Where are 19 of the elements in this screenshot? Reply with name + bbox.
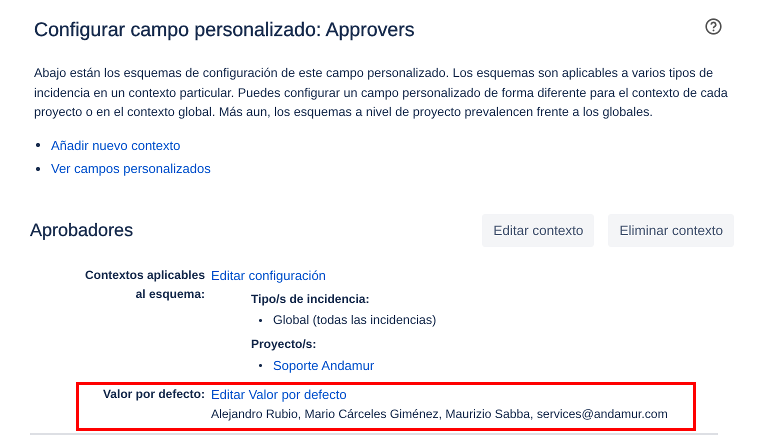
field-value: Alejandro Rubio, Mario Cárceles Giménez, Maurizio Sabba, services@andamur.com: [211, 406, 669, 422]
page-title: Configurar campo personalizado: Approvers: [34, 19, 414, 42]
field-label: Valor por defecto:: [102, 386, 205, 400]
page-link[interactable]: Ver campos personalizados: [51, 161, 211, 176]
field-label: Contextos aplicables al esquema:: [84, 268, 205, 300]
context-button[interactable]: Eliminar contexto: [608, 214, 734, 246]
bullet-icon: [259, 364, 262, 366]
help-icon[interactable]: [705, 18, 722, 35]
context-button[interactable]: Editar contexto: [482, 214, 594, 246]
scheme-title: Aprobadores: [30, 220, 134, 240]
edit-link[interactable]: Editar configuración: [211, 268, 326, 282]
group-heading: Proyecto/s:: [251, 336, 318, 352]
group-heading: Tipo/s de incidencia:: [251, 290, 370, 308]
page-link[interactable]: Añadir nuevo contexto: [51, 138, 180, 153]
list-item: Global (todas las incidencias): [273, 312, 436, 329]
project-link[interactable]: Soporte Andamur: [273, 354, 374, 376]
description-text: Abajo están los esquemas de configuración de este campo personalizado. Los esquemas son aplicables a varios tipos de incidencia en un contexto particular. Puedes configurar un campo personalizado de forma diferente para el contexto de cada proyecto o en el contexto global. Más aun, los esquemas a nivel de proyecto prevalencen frente a los globales.: [34, 65, 729, 121]
bullet-icon: [259, 318, 262, 322]
edit-link[interactable]: Editar Valor por defecto: [211, 386, 347, 402]
